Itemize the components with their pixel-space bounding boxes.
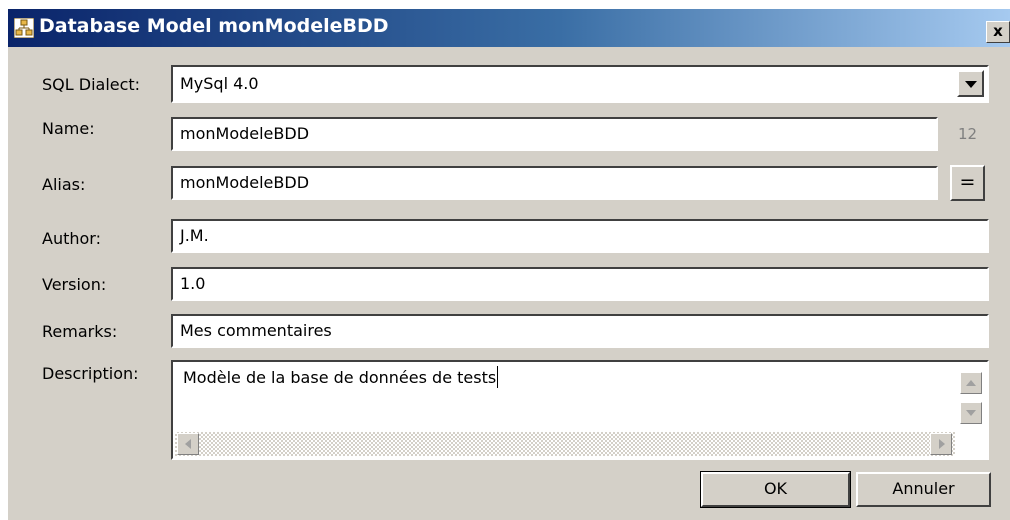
- version-value: 1.0: [180, 274, 206, 293]
- arrow-down-icon[interactable]: [960, 402, 982, 424]
- alias-field[interactable]: monModeleBDD: [171, 166, 938, 200]
- text-caret: [497, 366, 498, 388]
- ok-button[interactable]: OK: [700, 471, 851, 508]
- description-value: Modèle de la base de données de tests: [183, 368, 497, 387]
- alias-equals-button[interactable]: =: [950, 165, 985, 201]
- version-field[interactable]: 1.0: [171, 267, 989, 301]
- cancel-button[interactable]: Annuler: [856, 472, 991, 507]
- remarks-field[interactable]: Mes commentaires: [171, 314, 989, 348]
- name-label: Name:: [42, 119, 95, 138]
- alias-label: Alias:: [42, 175, 86, 194]
- sql-dialect-label: SQL Dialect:: [42, 75, 141, 94]
- arrow-up-icon[interactable]: [960, 372, 982, 394]
- window-title: Database Model monModeleBDD: [39, 15, 389, 37]
- version-label: Version:: [42, 275, 107, 294]
- arrow-right-icon[interactable]: [930, 433, 952, 455]
- close-button[interactable]: x: [986, 21, 1010, 43]
- name-value: monModeleBDD: [180, 124, 310, 143]
- database-model-dialog: Database Model monModeleBDD x SQL Dialec…: [7, 8, 1010, 520]
- sql-dialect-select[interactable]: MySql 4.0: [171, 65, 989, 103]
- description-textarea[interactable]: Modèle de la base de données de tests: [171, 360, 989, 460]
- author-label: Author:: [42, 229, 101, 248]
- author-value: J.M.: [180, 226, 209, 245]
- close-icon: x: [993, 22, 1003, 40]
- title-bar[interactable]: Database Model monModeleBDD x: [8, 9, 1010, 47]
- sql-dialect-value: MySql 4.0: [180, 74, 259, 93]
- description-label: Description:: [42, 364, 139, 383]
- author-field[interactable]: J.M.: [171, 219, 989, 253]
- arrow-left-icon[interactable]: [177, 433, 199, 455]
- database-model-icon: [14, 18, 34, 38]
- remarks-label: Remarks:: [42, 322, 118, 341]
- remarks-value: Mes commentaires: [180, 321, 332, 340]
- chevron-down-icon[interactable]: [957, 70, 984, 97]
- name-field[interactable]: monModeleBDD: [171, 117, 938, 151]
- horizontal-scrollbar[interactable]: [175, 432, 955, 456]
- name-length-counter: 12: [958, 125, 978, 143]
- vertical-scrollbar[interactable]: [957, 364, 985, 428]
- alias-value: monModeleBDD: [180, 173, 310, 192]
